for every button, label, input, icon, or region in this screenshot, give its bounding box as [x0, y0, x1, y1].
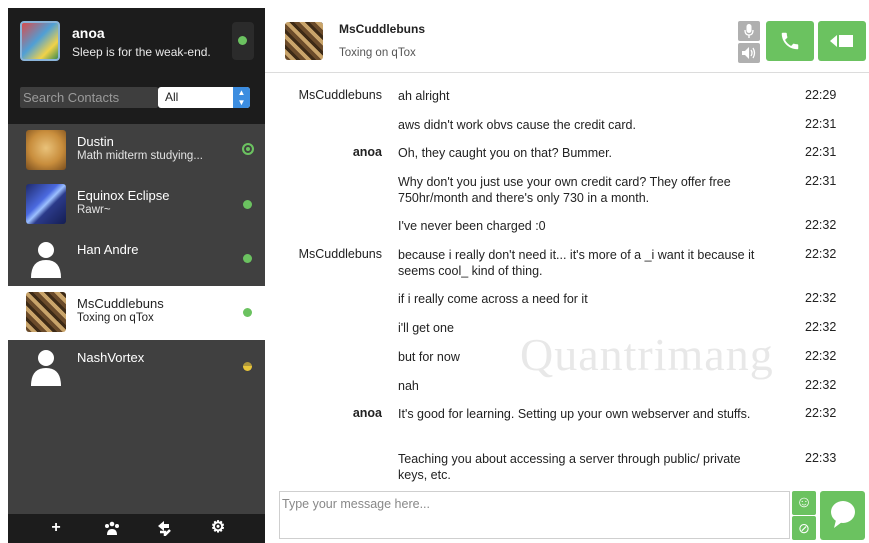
- message-text: i'll get one: [398, 321, 454, 335]
- contact-status: Rawr~: [77, 204, 111, 216]
- mute-speaker-button[interactable]: [738, 43, 760, 63]
- filter-select-value: All: [165, 90, 179, 104]
- online-status-icon: [243, 254, 252, 263]
- message-time: 22:31: [805, 174, 837, 188]
- contact-item-han-andre[interactable]: Han Andre: [8, 232, 265, 286]
- create-group-button[interactable]: [101, 518, 123, 538]
- contact-name: NashVortex: [77, 350, 145, 365]
- contact-item-mscuddlebuns[interactable]: MsCuddlebuns Toxing on qTox: [8, 286, 265, 340]
- message-text: ah alright: [398, 89, 450, 103]
- message-time: 22:31: [805, 145, 837, 159]
- message-text: nah: [398, 379, 419, 393]
- send-button[interactable]: [820, 491, 865, 540]
- contact-item-equinox-eclipse[interactable]: Equinox Eclipse Rawr~: [8, 178, 265, 232]
- default-avatar-icon: [26, 346, 66, 386]
- contact-name: Dustin: [77, 134, 114, 149]
- avatar: [26, 184, 66, 224]
- online-status-icon: [243, 200, 252, 209]
- message-time: 22:32: [805, 378, 837, 392]
- chat-panel: MsCuddlebuns Toxing on qTox MsCuddlebuns…: [265, 8, 869, 543]
- file-transfers-button[interactable]: [153, 518, 175, 539]
- message-text: Teaching you about accessing a server th…: [398, 452, 741, 482]
- online-status-icon: [238, 36, 247, 45]
- add-friend-button[interactable]: +: [45, 518, 67, 538]
- avatar: [26, 292, 66, 332]
- video-call-button[interactable]: [818, 21, 866, 61]
- message-author[interactable]: anoa: [353, 406, 382, 420]
- phone-icon: [781, 32, 799, 50]
- message-text: It's good for learning. Setting up your …: [398, 407, 751, 421]
- avatar: [26, 130, 66, 170]
- message-text: Why don't you just use your own credit c…: [398, 175, 731, 205]
- message-time: 22:31: [805, 117, 837, 131]
- message-text: aws didn't work obvs cause the credit ca…: [398, 118, 636, 132]
- contact-item-dustin[interactable]: Dustin Math midterm studying...: [8, 124, 265, 178]
- message-time: 22:29: [805, 88, 837, 102]
- media-controls: [738, 21, 760, 63]
- message-time: 22:32: [805, 247, 837, 261]
- self-avatar[interactable]: [20, 21, 60, 61]
- message-text: if i really come across a need for it: [398, 292, 588, 306]
- default-avatar-icon: [26, 238, 66, 278]
- message-time: 22:32: [805, 406, 837, 420]
- send-icon: [831, 501, 855, 528]
- attach-file-button[interactable]: ⊘: [792, 516, 816, 540]
- message-time: 22:33: [805, 451, 837, 465]
- header-divider: [265, 72, 869, 73]
- message-time: 22:32: [805, 349, 837, 363]
- attach-icon: ⊘: [798, 520, 810, 536]
- contact-status: Math midterm studying...: [77, 150, 203, 162]
- contact-list: Dustin Math midterm studying... Equinox …: [8, 124, 265, 394]
- group-icon: [105, 521, 119, 535]
- self-profile: anoa Sleep is for the weak-end.: [8, 8, 265, 74]
- video-icon: [830, 35, 853, 47]
- contact-name: Han Andre: [77, 242, 139, 257]
- chat-header: MsCuddlebuns Toxing on qTox: [265, 8, 869, 72]
- contact-name: MsCuddlebuns: [77, 296, 164, 311]
- emoji-button[interactable]: ☺: [792, 491, 816, 515]
- sidebar-toolbar: + ⚙: [8, 514, 265, 543]
- self-name[interactable]: anoa: [72, 25, 105, 41]
- add-icon: +: [51, 519, 61, 536]
- select-arrows-icon: ▲ ▼: [233, 87, 250, 108]
- message-author[interactable]: MsCuddlebuns: [299, 88, 382, 102]
- message-time: 22:32: [805, 320, 837, 334]
- message-input-area: ☺ ⊘: [265, 489, 869, 543]
- transfer-icon: [158, 521, 171, 539]
- avatar: [285, 22, 323, 60]
- message-author[interactable]: anoa: [353, 145, 382, 159]
- contact-status: Toxing on qTox: [77, 312, 154, 324]
- chat-contact-name: MsCuddlebuns: [339, 22, 425, 36]
- contact-filter-select[interactable]: All ▲ ▼: [158, 87, 250, 108]
- settings-button[interactable]: ⚙: [207, 518, 229, 538]
- message-text: Oh, they caught you on that? Bummer.: [398, 146, 613, 160]
- microphone-icon: [744, 24, 754, 38]
- online-status-icon: [243, 308, 252, 317]
- online-status-icon: [242, 143, 254, 155]
- self-status-message[interactable]: Sleep is for the weak-end.: [72, 45, 211, 59]
- message-text: because i really don't need it... it's m…: [398, 248, 755, 278]
- message-time: 22:32: [805, 218, 837, 232]
- message-input[interactable]: [279, 491, 790, 539]
- self-status-button[interactable]: [232, 22, 254, 60]
- contact-item-nashvortex[interactable]: NashVortex: [8, 340, 265, 394]
- contacts-sidebar: anoa Sleep is for the weak-end. All ▲▼ D…: [8, 8, 265, 543]
- away-status-icon: [243, 362, 252, 371]
- chat-contact-status: Toxing on qTox: [339, 47, 416, 59]
- search-row: All ▲▼: [8, 74, 265, 124]
- search-contacts-input[interactable]: [20, 87, 158, 108]
- message-text: but for now: [398, 350, 460, 364]
- audio-call-button[interactable]: [766, 21, 814, 61]
- emoji-icon: ☺: [795, 494, 813, 511]
- contact-name: Equinox Eclipse: [77, 188, 170, 203]
- settings-icon: ⚙: [210, 519, 226, 536]
- message-time: 22:32: [805, 291, 837, 305]
- speaker-icon: [742, 47, 756, 59]
- mute-microphone-button[interactable]: [738, 21, 760, 41]
- message-author[interactable]: MsCuddlebuns: [299, 247, 382, 261]
- message-text: I've never been charged :0: [398, 219, 546, 233]
